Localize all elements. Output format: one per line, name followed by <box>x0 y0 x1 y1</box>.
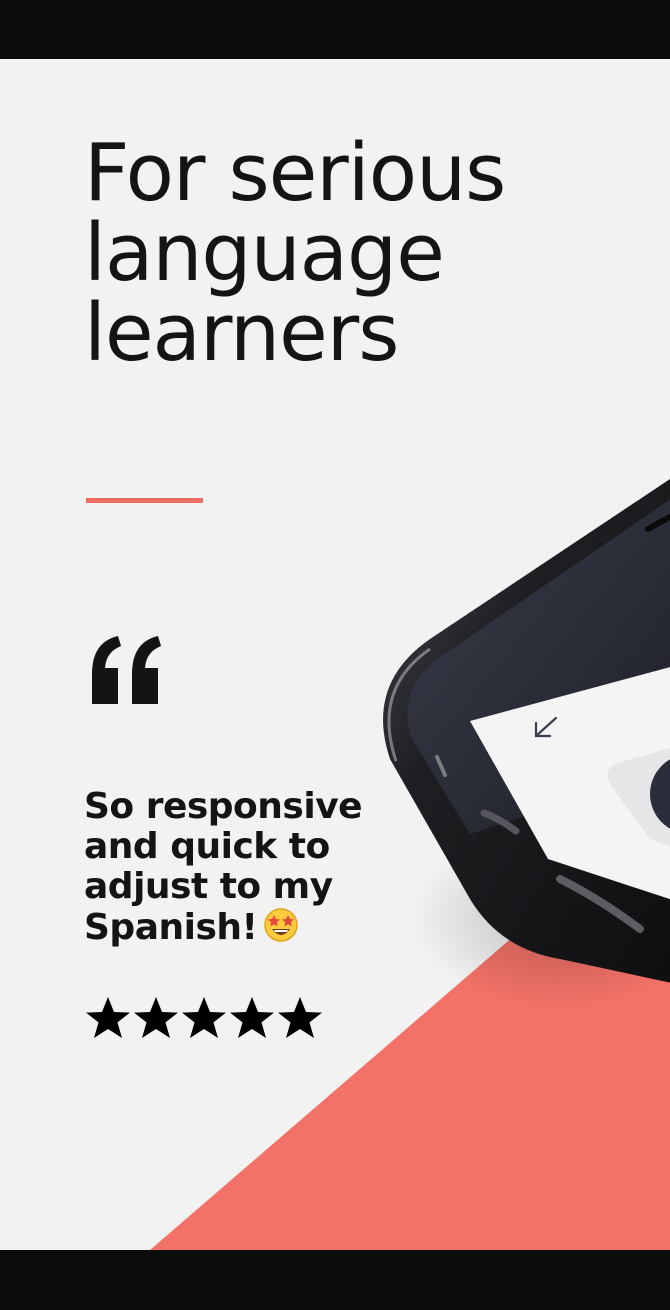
star-icon <box>134 997 178 1038</box>
headline: For serious language learners <box>84 127 506 379</box>
bottom-letterbox-bar <box>0 1250 670 1310</box>
open-quote-icon <box>92 636 161 704</box>
star-struck-emoji-icon <box>264 908 299 942</box>
testimonial-quote: So responsive and quick to adjust to my … <box>84 787 384 948</box>
star-icon <box>278 997 322 1038</box>
star-icon <box>182 997 226 1038</box>
star-icon <box>86 997 130 1038</box>
star-icon <box>230 997 274 1038</box>
top-letterbox-bar <box>0 0 670 59</box>
testimonial-text: So responsive and quick to adjust to my … <box>84 786 363 948</box>
star-rating <box>84 994 324 1044</box>
app-store-screenshot: For serious language learners So respons… <box>0 0 670 1310</box>
accent-divider <box>86 498 203 503</box>
promo-panel: For serious language learners So respons… <box>0 59 670 1250</box>
